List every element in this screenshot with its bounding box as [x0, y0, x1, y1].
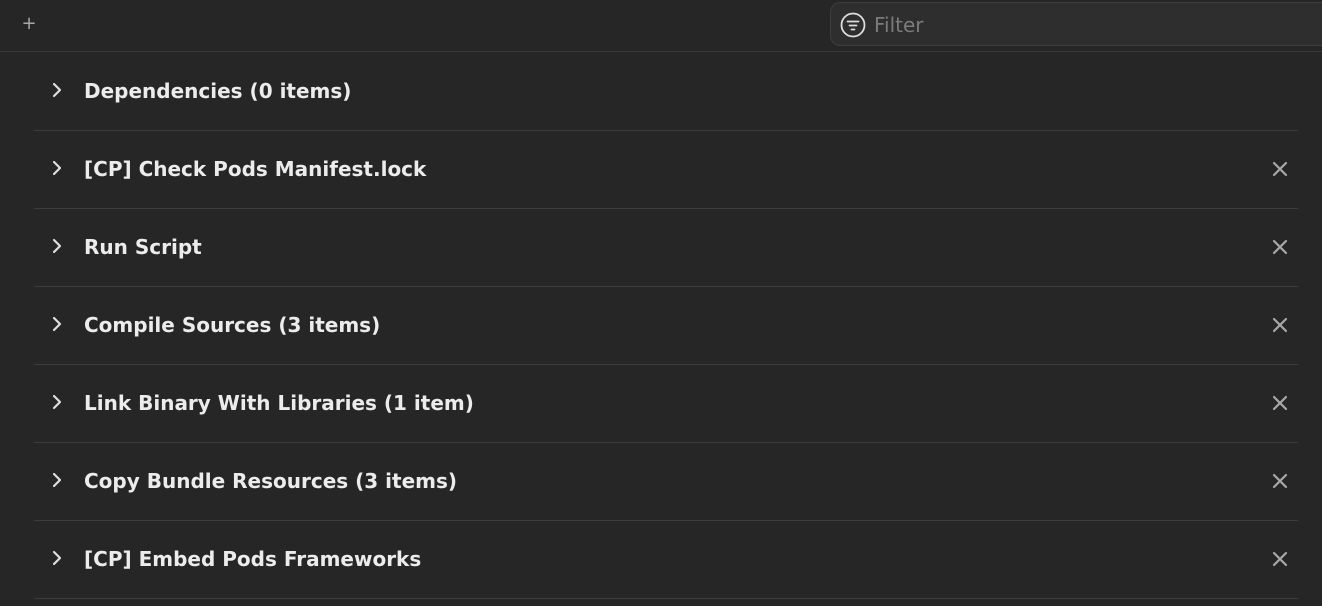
- build-phase-title: Copy Bundle Resources (3 items): [84, 469, 458, 493]
- build-phase-title: Compile Sources (3 items): [84, 313, 381, 337]
- filter-circle-icon: [840, 12, 866, 38]
- close-icon[interactable]: [1270, 469, 1290, 493]
- build-phase-row[interactable]: Copy Bundle Resources (3 items): [34, 443, 1298, 521]
- build-phase-title: [CP] Check Pods Manifest.lock: [84, 157, 427, 181]
- build-phase-row[interactable]: Link Binary With Libraries (1 item): [34, 365, 1298, 443]
- add-build-phase-button[interactable]: +: [18, 12, 40, 36]
- chevron-right-icon[interactable]: [50, 158, 64, 178]
- close-icon[interactable]: [1270, 391, 1290, 415]
- chevron-right-icon[interactable]: [50, 392, 64, 412]
- build-phase-row[interactable]: [CP] Embed Pods Frameworks: [34, 521, 1298, 599]
- close-icon[interactable]: [1270, 313, 1290, 337]
- chevron-right-icon[interactable]: [50, 80, 64, 100]
- build-phase-row[interactable]: Compile Sources (3 items): [34, 287, 1298, 365]
- toolbar: +: [0, 0, 1322, 52]
- build-phase-row[interactable]: Run Script: [34, 209, 1298, 287]
- filter-input[interactable]: [874, 9, 1304, 41]
- plus-icon: +: [21, 13, 37, 34]
- build-phase-row[interactable]: Dependencies (0 items): [34, 53, 1298, 131]
- build-phases-list: Dependencies (0 items) [CP] Check Pods M…: [34, 53, 1298, 599]
- chevron-right-icon[interactable]: [50, 470, 64, 490]
- chevron-right-icon[interactable]: [50, 236, 64, 256]
- chevron-right-icon[interactable]: [50, 548, 64, 568]
- build-phase-row[interactable]: [CP] Check Pods Manifest.lock: [34, 131, 1298, 209]
- build-phase-title: Run Script: [84, 235, 202, 259]
- chevron-right-icon[interactable]: [50, 314, 64, 334]
- build-phase-title: Dependencies (0 items): [84, 79, 352, 103]
- close-icon[interactable]: [1270, 235, 1290, 259]
- build-phase-title: Link Binary With Libraries (1 item): [84, 391, 474, 415]
- close-icon[interactable]: [1270, 157, 1290, 181]
- build-phase-title: [CP] Embed Pods Frameworks: [84, 547, 422, 571]
- close-icon[interactable]: [1270, 547, 1290, 571]
- filter-field[interactable]: [830, 2, 1322, 46]
